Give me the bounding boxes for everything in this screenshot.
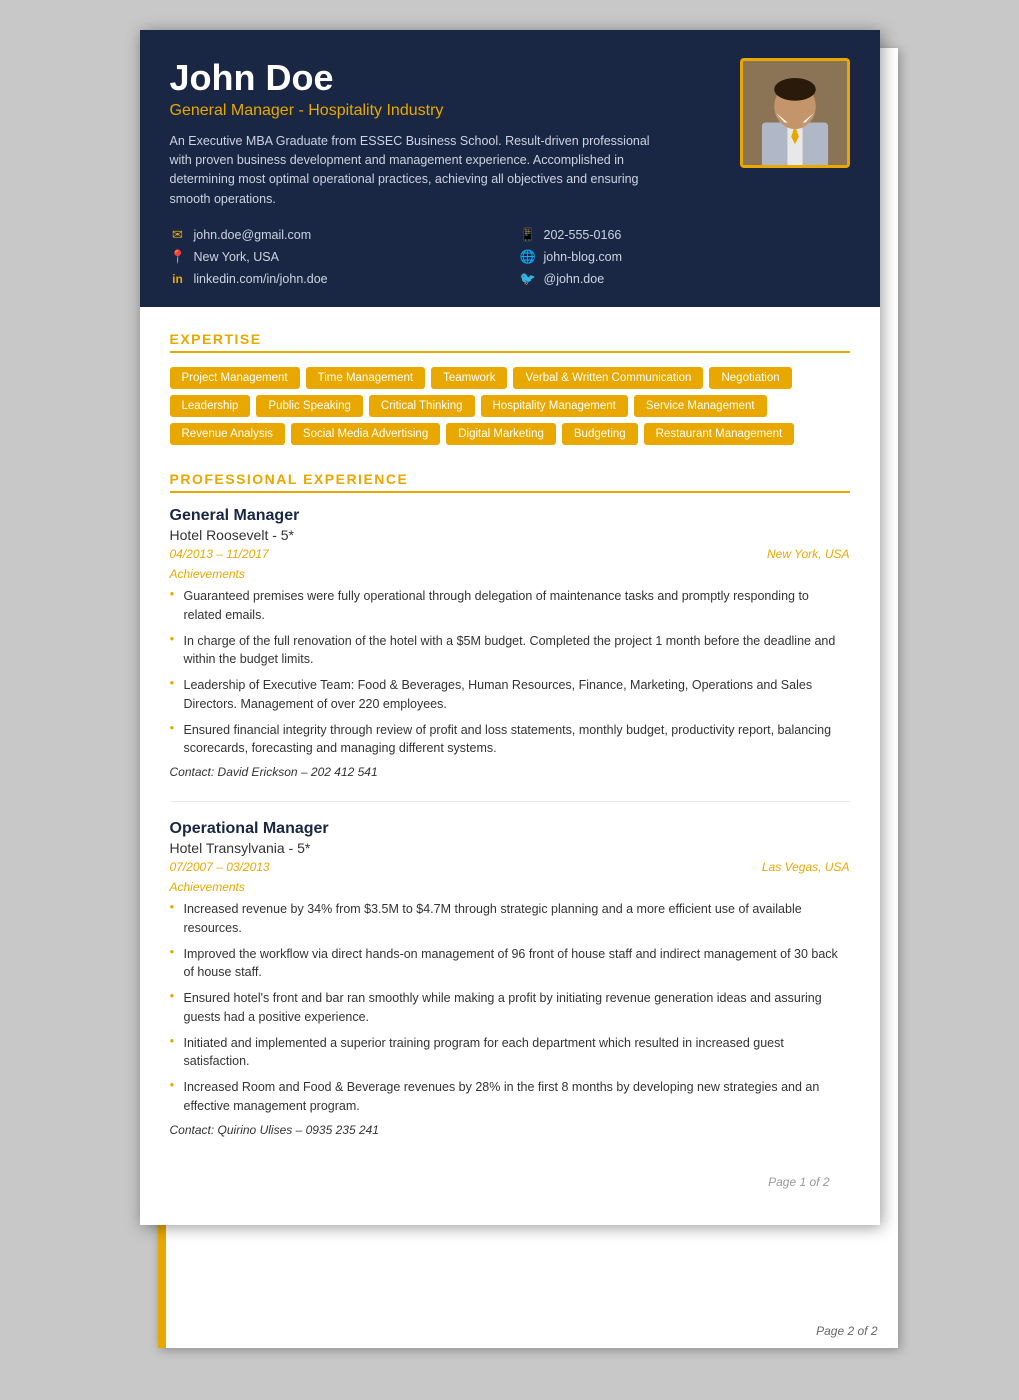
job2-dates: 07/2007 – 03/2013 — [170, 860, 270, 874]
job1-contact: Contact: David Erickson – 202 412 541 — [170, 765, 850, 779]
job1-company: Hotel Roosevelt - 5* — [170, 527, 850, 543]
contact-linkedin: in linkedin.com/in/john.doe — [170, 271, 500, 287]
job2-achievement-5: Increased Room and Food & Beverage reven… — [170, 1078, 850, 1116]
expertise-tags: Project Management Time Management Teamwor… — [170, 367, 850, 445]
expertise-tag-9: Service Management — [634, 395, 767, 417]
job-2: Operational Manager Hotel Transylvania -… — [170, 820, 850, 1137]
linkedin-icon: in — [170, 272, 186, 286]
job1-meta: 04/2013 – 11/2017 New York, USA — [170, 547, 850, 561]
phone-icon: 📱 — [520, 227, 536, 243]
expertise-tag-6: Public Speaking — [256, 395, 362, 417]
expertise-tag-12: Digital Marketing — [446, 423, 556, 445]
contact-location: 📍 New York, USA — [170, 249, 500, 265]
candidate-name: John Doe — [170, 58, 670, 98]
job2-company: Hotel Transylvania - 5* — [170, 840, 850, 856]
job2-achievement-1: Increased revenue by 34% from $3.5M to $… — [170, 900, 850, 938]
expertise-tag-1: Time Management — [306, 367, 425, 389]
resume-header: John Doe General Manager - Hospitality I… — [140, 30, 880, 307]
job-1: General Manager Hotel Roosevelt - 5* 04/… — [170, 507, 850, 779]
job2-achievements: Increased revenue by 34% from $3.5M to $… — [170, 900, 850, 1116]
header-top: John Doe General Manager - Hospitality I… — [170, 58, 850, 209]
job2-achievement-2: Improved the workflow via direct hands-o… — [170, 945, 850, 983]
contact-email: ✉ john.doe@gmail.com — [170, 227, 500, 243]
location-icon: 📍 — [170, 249, 186, 265]
expertise-section: EXPERTISE Project Management Time Managem… — [170, 331, 850, 445]
candidate-summary: An Executive MBA Graduate from ESSEC Bus… — [170, 132, 670, 210]
contact-website: 🌐 john-blog.com — [520, 249, 850, 265]
job2-achievement-4: Initiated and implemented a superior tra… — [170, 1034, 850, 1072]
main-content: EXPERTISE Project Management Time Managem… — [140, 307, 880, 1225]
job1-achievement-4: Ensured financial integrity through revi… — [170, 721, 850, 759]
exp-divider — [170, 801, 850, 802]
email-text: john.doe@gmail.com — [194, 228, 312, 242]
job2-contact-value: Quirino Ulises – 0935 235 241 — [218, 1123, 379, 1137]
website-icon: 🌐 — [520, 249, 536, 265]
candidate-title: General Manager - Hospitality Industry — [170, 102, 670, 120]
twitter-icon: 🐦 — [520, 271, 536, 287]
job1-achievement-3: Leadership of Executive Team: Food & Bev… — [170, 676, 850, 714]
expertise-tag-4: Negotiation — [709, 367, 791, 389]
candidate-photo — [740, 58, 850, 168]
expertise-tag-13: Budgeting — [562, 423, 638, 445]
location-text: New York, USA — [194, 250, 279, 264]
expertise-tag-11: Social Media Advertising — [291, 423, 440, 445]
experience-section: PROFESSIONAL EXPERIENCE General Manager … — [170, 471, 850, 1137]
job1-contact-label: Contact: — [170, 765, 215, 779]
expertise-tag-8: Hospitality Management — [481, 395, 628, 417]
job2-achievements-label: Achievements — [170, 880, 850, 894]
expertise-title: EXPERTISE — [170, 331, 850, 353]
job1-location: New York, USA — [767, 547, 849, 561]
job2-title: Operational Manager — [170, 820, 850, 838]
job2-contact-label: Contact: — [170, 1123, 215, 1137]
linkedin-text: linkedin.com/in/john.doe — [194, 272, 328, 286]
job1-dates: 04/2013 – 11/2017 — [170, 547, 269, 561]
phone-text: 202-555-0166 — [544, 228, 622, 242]
job2-achievement-3: Ensured hotel's front and bar ran smooth… — [170, 989, 850, 1027]
twitter-text: @john.doe — [544, 272, 605, 286]
page-1: John Doe General Manager - Hospitality I… — [140, 30, 880, 1225]
expertise-tag-0: Project Management — [170, 367, 300, 389]
expertise-tag-10: Revenue Analysis — [170, 423, 285, 445]
website-text: john-blog.com — [544, 250, 623, 264]
job2-contact: Contact: Quirino Ulises – 0935 235 241 — [170, 1123, 850, 1137]
header-info: John Doe General Manager - Hospitality I… — [170, 58, 670, 209]
page-stack: Page 2 of 2 John Doe General Manager - H… — [140, 30, 880, 1370]
expertise-tag-3: Verbal & Written Communication — [513, 367, 703, 389]
contact-phone: 📱 202-555-0166 — [520, 227, 850, 243]
expertise-tag-5: Leadership — [170, 395, 251, 417]
expertise-tag-14: Restaurant Management — [644, 423, 795, 445]
contact-twitter: 🐦 @john.doe — [520, 271, 850, 287]
job1-achievement-1: Guaranteed premises were fully operation… — [170, 587, 850, 625]
job1-achievement-2: In charge of the full renovation of the … — [170, 632, 850, 670]
expertise-tag-7: Critical Thinking — [369, 395, 475, 417]
email-icon: ✉ — [170, 227, 186, 243]
contact-section: ✉ john.doe@gmail.com 📱 202-555-0166 📍 Ne… — [170, 227, 850, 287]
job2-location: Las Vegas, USA — [762, 860, 850, 874]
page-label: Page 1 of 2 — [170, 1163, 850, 1201]
job2-meta: 07/2007 – 03/2013 Las Vegas, USA — [170, 860, 850, 874]
job1-contact-value: David Erickson – 202 412 541 — [218, 765, 378, 779]
expertise-tag-2: Teamwork — [431, 367, 507, 389]
job1-achievements-label: Achievements — [170, 567, 850, 581]
job1-achievements: Guaranteed premises were fully operation… — [170, 587, 850, 758]
page2-label: Page 2 of 2 — [816, 1324, 877, 1338]
job1-title: General Manager — [170, 507, 850, 525]
experience-title: PROFESSIONAL EXPERIENCE — [170, 471, 850, 493]
